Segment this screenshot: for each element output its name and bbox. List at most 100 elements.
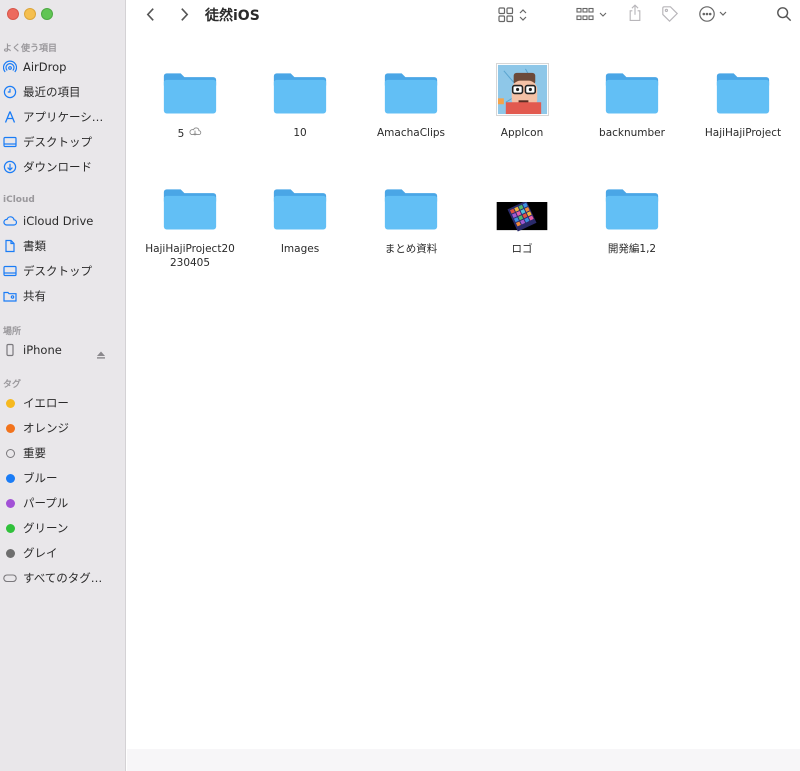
sidebar-item-recents[interactable]: 最近の項目 (3, 82, 123, 102)
file-item-matome-shiryo[interactable]: まとめ資料 (356, 176, 466, 256)
more-actions-button[interactable] (698, 5, 732, 23)
folder-icon (713, 60, 773, 116)
minimize-window-button[interactable] (24, 8, 36, 20)
sidebar-item-label: パープル (23, 496, 69, 510)
search-icon[interactable] (775, 5, 793, 23)
icloud-section-title: iCloud (3, 195, 35, 205)
file-name: backnumber (599, 127, 665, 139)
window-controls (7, 8, 53, 20)
desktop-icon (3, 264, 17, 278)
file-item-5[interactable]: 5 (135, 60, 245, 141)
sidebar-item-icloud-desktop[interactable]: デスクトップ (3, 261, 123, 281)
logo-image-thumbnail (492, 176, 552, 232)
file-item-backnumber[interactable]: backnumber (577, 60, 687, 140)
tag-icon[interactable] (660, 4, 680, 24)
file-name: Images (280, 243, 320, 255)
eject-icon[interactable] (96, 345, 107, 364)
folder-icon (160, 60, 220, 116)
window-title: 徒然iOS (205, 8, 260, 24)
sidebar-item-all-tags[interactable]: すべてのタグ… (3, 568, 123, 588)
file-item-hajihajiproject20230405[interactable]: HajiHajiProject20230405 (135, 176, 245, 270)
tag-dot-orange (5, 423, 15, 433)
locations-section-title: 場所 (3, 327, 22, 337)
file-item-logo[interactable]: ロゴ (467, 176, 577, 256)
sidebar-item-airdrop[interactable]: AirDrop (3, 57, 123, 77)
folder-icon (160, 176, 220, 232)
close-window-button[interactable] (7, 8, 19, 20)
toolbar: 徒然iOS (127, 0, 800, 30)
document-icon (3, 239, 17, 253)
sidebar-item-tag-green[interactable]: グリーン (3, 518, 123, 538)
sidebar-item-label: デスクトップ (23, 135, 92, 149)
sidebar-item-documents[interactable]: 書類 (3, 236, 123, 256)
sidebar-item-label: ブルー (23, 471, 58, 485)
tag-dot-empty (5, 448, 15, 458)
sidebar-item-desktop[interactable]: デスクトップ (3, 132, 123, 152)
file-item-kaihatsuhen[interactable]: 開発編1,2 (577, 176, 687, 256)
file-item-images[interactable]: Images (245, 176, 355, 256)
sidebar-item-label: 最近の項目 (23, 85, 81, 99)
folder-icon (381, 176, 441, 232)
sidebar-item-tag-yellow[interactable]: イエロー (3, 393, 123, 413)
forward-button[interactable] (177, 5, 191, 23)
sidebar-item-label: デスクトップ (23, 264, 92, 278)
view-mode-button[interactable] (498, 6, 532, 24)
tag-dot-purple (5, 498, 15, 508)
sidebar-item-shared[interactable]: 共有 (3, 286, 123, 306)
sidebar-item-label: グレイ (23, 546, 58, 560)
zoom-window-button[interactable] (41, 8, 53, 20)
sidebar-item-applications[interactable]: アプリケーシ… (3, 107, 123, 127)
sidebar-item-tag-orange[interactable]: オレンジ (3, 418, 123, 438)
applications-icon (3, 110, 17, 124)
file-name: HajiHajiProject20230405 (145, 243, 235, 269)
favorites-section-title: よく使う項目 (3, 44, 58, 54)
bottom-bar (127, 749, 800, 771)
tag-dot-yellow (5, 398, 15, 408)
file-name: HajiHajiProject (704, 127, 782, 139)
tag-dot-blue (5, 473, 15, 483)
sidebar-item-label: アプリケーシ… (23, 110, 104, 124)
folder-icon (602, 60, 662, 116)
sidebar: よく使う項目 AirDrop 最近の項目 アプリケーシ… デスクトップ ダウンロ… (0, 0, 126, 771)
file-name: AmachaClips (376, 127, 445, 139)
sidebar-item-label: オレンジ (23, 421, 69, 435)
sidebar-item-tag-purple[interactable]: パープル (3, 493, 123, 513)
file-name: ロゴ (511, 243, 533, 255)
sidebar-item-tag-gray[interactable]: グレイ (3, 543, 123, 563)
file-name: まとめ資料 (384, 243, 438, 255)
cloud-icon (3, 214, 17, 228)
sidebar-item-tag-important[interactable]: 重要 (3, 443, 123, 463)
download-icon (3, 160, 17, 174)
file-item-appicon[interactable]: AppIcon (467, 60, 577, 140)
share-icon[interactable] (627, 3, 643, 23)
file-name: 10 (293, 127, 307, 139)
file-item-10[interactable]: 10 (245, 60, 355, 140)
airdrop-icon (3, 60, 17, 74)
sidebar-item-label: iCloud Drive (23, 214, 94, 228)
sidebar-item-label: iPhone (23, 343, 62, 357)
sidebar-item-icloud-drive[interactable]: iCloud Drive (3, 211, 123, 231)
sidebar-item-downloads[interactable]: ダウンロード (3, 157, 123, 177)
group-button[interactable] (576, 6, 610, 24)
sidebar-item-label: イエロー (23, 396, 69, 410)
folder-icon (270, 60, 330, 116)
folder-icon (602, 176, 662, 232)
icloud-download-icon[interactable] (188, 126, 202, 141)
file-item-amachaclips[interactable]: AmachaClips (356, 60, 466, 140)
tag-dot-gray (5, 548, 15, 558)
shared-folder-icon (3, 289, 17, 303)
desktop-icon (3, 135, 17, 149)
sidebar-item-label: グリーン (23, 521, 69, 535)
sidebar-item-label: すべてのタグ… (23, 571, 103, 585)
iphone-icon (3, 343, 17, 357)
tag-dot-green (5, 523, 15, 533)
folder-icon (381, 60, 441, 116)
sidebar-item-tag-blue[interactable]: ブルー (3, 468, 123, 488)
sidebar-item-label: 重要 (23, 446, 46, 460)
file-name: AppIcon (500, 127, 544, 139)
all-tags-icon (3, 571, 17, 585)
back-button[interactable] (143, 5, 157, 23)
file-item-hajihajiproject[interactable]: HajiHajiProject (688, 60, 798, 140)
appicon-image-thumbnail (492, 60, 552, 116)
sidebar-item-label: 共有 (23, 289, 46, 303)
